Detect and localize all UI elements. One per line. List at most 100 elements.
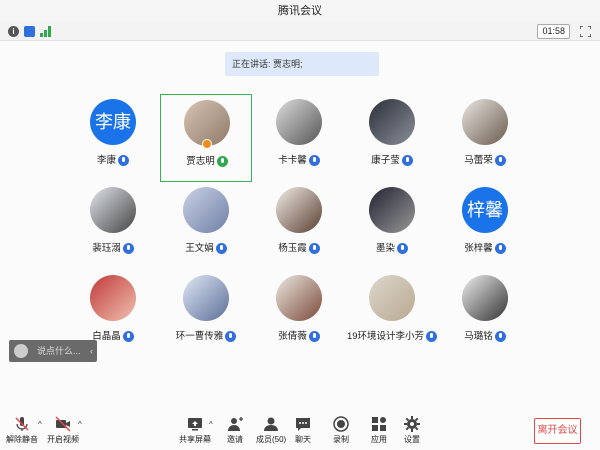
- signal-icon[interactable]: [40, 26, 53, 37]
- participant-tile[interactable]: 墨染: [346, 182, 438, 270]
- unmute-button[interactable]: 解除静音: [6, 416, 38, 445]
- shield-icon[interactable]: [24, 26, 35, 37]
- start-video-button[interactable]: 开启视频: [47, 416, 79, 445]
- participant-name-row: 19环境设计李小芳: [346, 328, 438, 342]
- gear-icon: [404, 416, 420, 432]
- participant-tile[interactable]: 环一曹传雅: [160, 270, 252, 358]
- unmute-options-chevron-icon[interactable]: ^: [38, 420, 42, 429]
- participant-name: 杨玉霞: [278, 243, 307, 254]
- participant-tile[interactable]: 贾志明: [160, 94, 252, 182]
- mic-icon[interactable]: [122, 330, 134, 342]
- settings-button[interactable]: 设置: [404, 416, 420, 445]
- mic-icon[interactable]: [397, 242, 408, 254]
- chat-placeholder: 说点什么...: [37, 346, 81, 356]
- participant-tile[interactable]: 王文娟: [160, 182, 252, 270]
- participant-tile[interactable]: 马蕾荣: [439, 94, 531, 182]
- participant-name-row: 张梓馨: [439, 240, 531, 254]
- avatar: [183, 275, 229, 321]
- avatar: 李康: [90, 99, 136, 145]
- participant-tile[interactable]: 裴珏溺: [67, 182, 159, 270]
- camera-off-icon: [55, 416, 71, 432]
- participant-name: 李康: [96, 155, 116, 166]
- participant-name-row: 卡卡馨: [253, 152, 345, 166]
- participant-name-row: 张倩薇: [253, 328, 345, 342]
- mic-icon[interactable]: [426, 330, 438, 342]
- mic-icon[interactable]: [216, 155, 228, 167]
- chat-collapse-icon[interactable]: ‹: [90, 340, 93, 362]
- participant-tile[interactable]: 梓馨 张梓馨: [439, 182, 531, 270]
- avatar: 梓馨: [462, 187, 508, 233]
- participant-name: 19环境设计李小芳: [346, 331, 425, 342]
- speaking-indicator: 正在讲话: 贾志明;: [225, 52, 379, 76]
- avatar: [369, 99, 415, 145]
- participant-name: 裴珏溺: [92, 243, 121, 254]
- apps-button[interactable]: 应用: [371, 416, 387, 445]
- avatar: [276, 275, 322, 321]
- mic-icon[interactable]: [225, 330, 237, 342]
- share-screen-button[interactable]: 共享屏幕: [179, 416, 211, 445]
- mic-muted-icon: [15, 417, 29, 431]
- participant-name: 卡卡馨: [278, 155, 307, 166]
- mic-icon[interactable]: [122, 242, 134, 254]
- window-title: 腾讯会议: [0, 0, 600, 22]
- participant-name: 贾志明: [186, 156, 215, 167]
- fullscreen-icon[interactable]: [580, 26, 591, 37]
- mic-icon[interactable]: [118, 154, 129, 166]
- participant-name: 王文娟: [185, 243, 214, 254]
- participant-name: 环一曹传雅: [175, 331, 224, 342]
- participant-name-row: 裴珏溺: [67, 240, 159, 254]
- avatar: [369, 275, 415, 321]
- members-button[interactable]: 成员(50): [256, 416, 286, 445]
- invite-icon: [228, 417, 243, 431]
- participant-name: 张倩薇: [278, 331, 307, 342]
- avatar: [276, 187, 322, 233]
- participant-tile[interactable]: 19环境设计李小芳: [346, 270, 438, 358]
- leave-meeting-button[interactable]: 离开会议: [534, 418, 581, 444]
- avatar: [183, 187, 229, 233]
- mic-icon[interactable]: [215, 242, 227, 254]
- avatar: [276, 99, 322, 145]
- avatar: [90, 275, 136, 321]
- chat-bubble-icon: [296, 418, 310, 431]
- participant-name-row: 李康: [67, 152, 159, 166]
- participant-tile[interactable]: 张倩薇: [253, 270, 345, 358]
- video-options-chevron-icon[interactable]: ^: [78, 420, 82, 429]
- participant-name-row: 王文娟: [160, 240, 252, 254]
- mic-icon[interactable]: [308, 242, 320, 254]
- participant-tile[interactable]: 李康 李康: [67, 94, 159, 182]
- meeting-timer: 01:58: [537, 24, 570, 39]
- participant-name: 张梓馨: [464, 243, 493, 254]
- share-options-chevron-icon[interactable]: ^: [209, 420, 213, 429]
- participant-name-row: 墨染: [346, 240, 438, 254]
- participant-tile[interactable]: 杨玉霞: [253, 182, 345, 270]
- chat-input[interactable]: 说点什么... ‹: [9, 340, 97, 362]
- participant-name: 康子莹: [371, 155, 400, 166]
- mic-icon[interactable]: [401, 154, 413, 166]
- participant-tile[interactable]: 康子莹: [346, 94, 438, 182]
- chat-button[interactable]: 聊天: [295, 416, 311, 445]
- participant-name-row: 马蕾荣: [439, 152, 531, 166]
- record-icon: [333, 416, 349, 432]
- participant-name-row: 马璐铭: [439, 328, 531, 342]
- info-icon[interactable]: i: [8, 26, 19, 37]
- emoji-icon[interactable]: [14, 344, 28, 358]
- participant-tile[interactable]: 马璐铭: [439, 270, 531, 358]
- record-button[interactable]: 录制: [333, 416, 349, 445]
- mic-icon[interactable]: [308, 330, 320, 342]
- participant-name: 马璐铭: [464, 331, 493, 342]
- participant-name-row: 贾志明: [161, 153, 253, 167]
- mic-icon[interactable]: [494, 154, 506, 166]
- bottom-toolbar: 解除静音 ^ 开启视频 ^ 共享屏幕 ^ 邀请 成员(50) 聊天 录制 应用 …: [0, 410, 600, 450]
- mic-icon[interactable]: [494, 330, 506, 342]
- top-toolbar: i 01:58: [0, 22, 600, 41]
- avatar: [90, 187, 136, 233]
- participant-name: 马蕾荣: [464, 155, 493, 166]
- avatar: [369, 187, 415, 233]
- participant-tile[interactable]: 卡卡馨: [253, 94, 345, 182]
- invite-button[interactable]: 邀请: [227, 416, 243, 445]
- share-screen-icon: [188, 418, 202, 431]
- mic-icon[interactable]: [494, 242, 506, 254]
- avatar: [462, 99, 508, 145]
- mic-icon[interactable]: [308, 154, 320, 166]
- participant-name: 墨染: [375, 243, 395, 254]
